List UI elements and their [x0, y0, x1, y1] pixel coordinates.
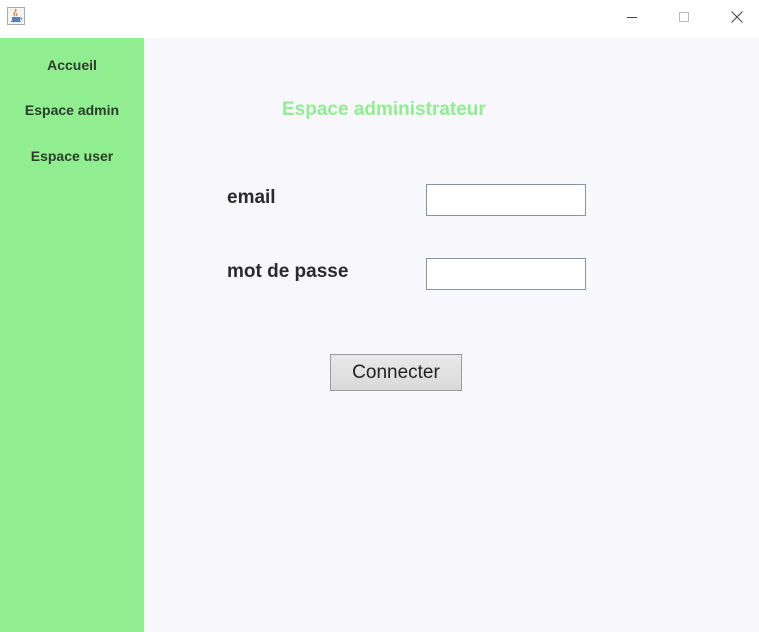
password-label: mot de passe [227, 261, 349, 282]
sidebar-item-accueil[interactable]: Accueil [0, 57, 144, 73]
maximize-icon[interactable] [670, 5, 698, 29]
email-label: email [227, 187, 276, 208]
close-icon[interactable] [723, 5, 751, 29]
sidebar-item-espace-user[interactable]: Espace user [0, 148, 144, 164]
title-bar [0, 0, 759, 38]
password-field[interactable] [426, 258, 586, 290]
sidebar-item-espace-admin[interactable]: Espace admin [0, 102, 144, 118]
admin-login-panel: Espace administrateur email mot de passe… [144, 38, 759, 632]
connect-button[interactable]: Connecter [330, 354, 462, 391]
email-field[interactable] [426, 184, 586, 216]
java-app-icon [7, 7, 25, 25]
page-title: Espace administrateur [282, 99, 486, 120]
sidebar: Accueil Espace admin Espace user [0, 38, 144, 632]
minimize-icon[interactable] [618, 5, 646, 29]
